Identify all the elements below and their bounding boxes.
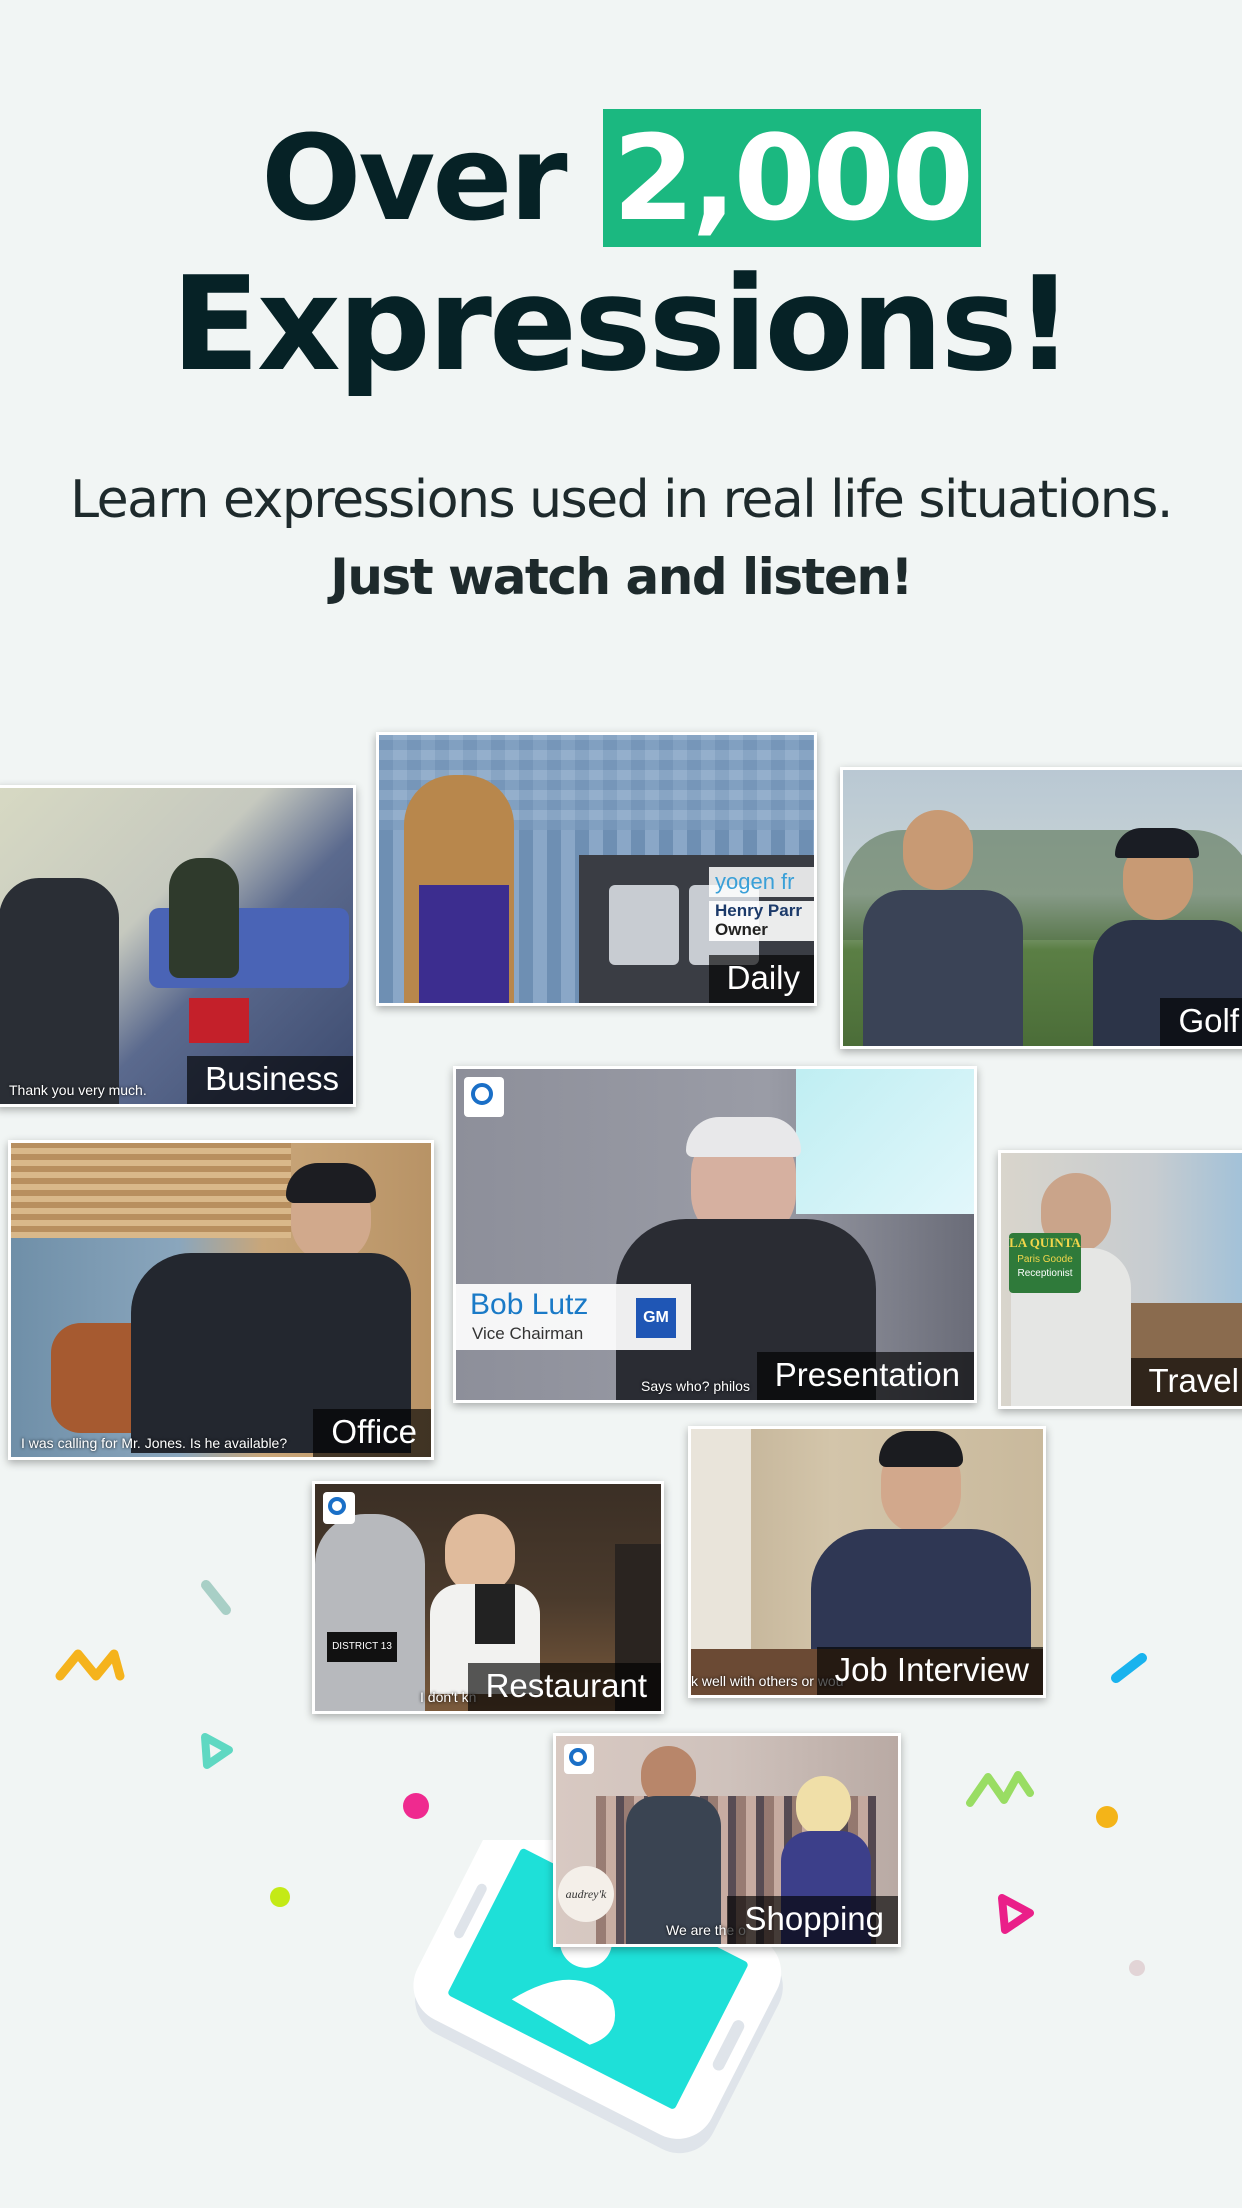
card-label: Shopping [726,1896,898,1944]
name-tag: Bob Lutz Vice Chairman GM [456,1284,691,1350]
card-label: Restaurant [467,1663,661,1711]
card-caption: I was calling for Mr. Jones. Is he avail… [21,1435,288,1451]
card-presentation[interactable]: Bob Lutz Vice Chairman GM Says who? phil… [453,1066,977,1403]
orange-dot-shape [1096,1806,1118,1828]
pink-dot-shape [403,1793,429,1819]
card-business[interactable]: Thank you very much. Business [0,785,356,1107]
gm-logo: GM [636,1298,676,1338]
card-travel[interactable]: LA QUINTA Paris Goode Receptionist Trave… [998,1150,1242,1409]
lime-dot-shape [270,1887,290,1907]
name-tag-title: Receptionist [1017,1268,1073,1279]
card-caption: Thank you very much. [9,1082,147,1098]
card-label: Business [187,1056,353,1104]
name-tag-name: Henry Parr [715,901,802,920]
app-logo-badge [464,1077,504,1117]
hotel-logo: LA QUINTA [1009,1235,1081,1250]
boutique-sign: audrey'k [558,1866,614,1922]
store-sign: yogen fr [709,867,814,897]
name-tag-title: Vice Chairman [472,1324,584,1343]
app-logo-badge [323,1492,355,1524]
card-job-interview[interactable]: k well with others or wou Job Interview [688,1426,1046,1698]
hotel-sign: LA QUINTA Paris Goode Receptionist [1009,1233,1081,1293]
light-dot-shape [1129,1960,1145,1976]
card-label: Travel [1130,1358,1242,1406]
magenta-play-shape [998,1894,1034,1934]
card-office[interactable]: I was calling for Mr. Jones. Is he avail… [8,1140,434,1460]
card-golf[interactable]: Golf [840,767,1242,1049]
gray-dash-shape [201,1580,231,1615]
name-tag-title: Owner [715,920,768,939]
card-label: Office [313,1409,431,1457]
green-zigzag-shape [966,1771,1034,1807]
card-label: Golf [1160,998,1242,1046]
card-restaurant[interactable]: DISTRICT 13 I don't kn Restaurant [312,1481,664,1714]
blue-dash-shape [1111,1653,1147,1683]
app-logo-badge [564,1744,594,1774]
teal-play-shape [201,1733,233,1769]
restaurant-sign: DISTRICT 13 [327,1632,397,1662]
name-tag: Henry Parr Owner [709,901,814,941]
card-daily[interactable]: yogen fr Henry Parr Owner Daily [376,732,817,1006]
card-shopping[interactable]: audrey'k We are the o Shopping [553,1733,901,1947]
card-caption: Says who? philos [641,1378,750,1394]
name-tag-name: Bob Lutz [470,1288,589,1321]
yellow-zigzag-shape [55,1649,125,1681]
card-label: Daily [708,955,814,1003]
name-tag-name: Paris Goode [1017,1254,1073,1265]
card-label: Job Interview [816,1647,1043,1695]
card-label: Presentation [756,1352,974,1400]
